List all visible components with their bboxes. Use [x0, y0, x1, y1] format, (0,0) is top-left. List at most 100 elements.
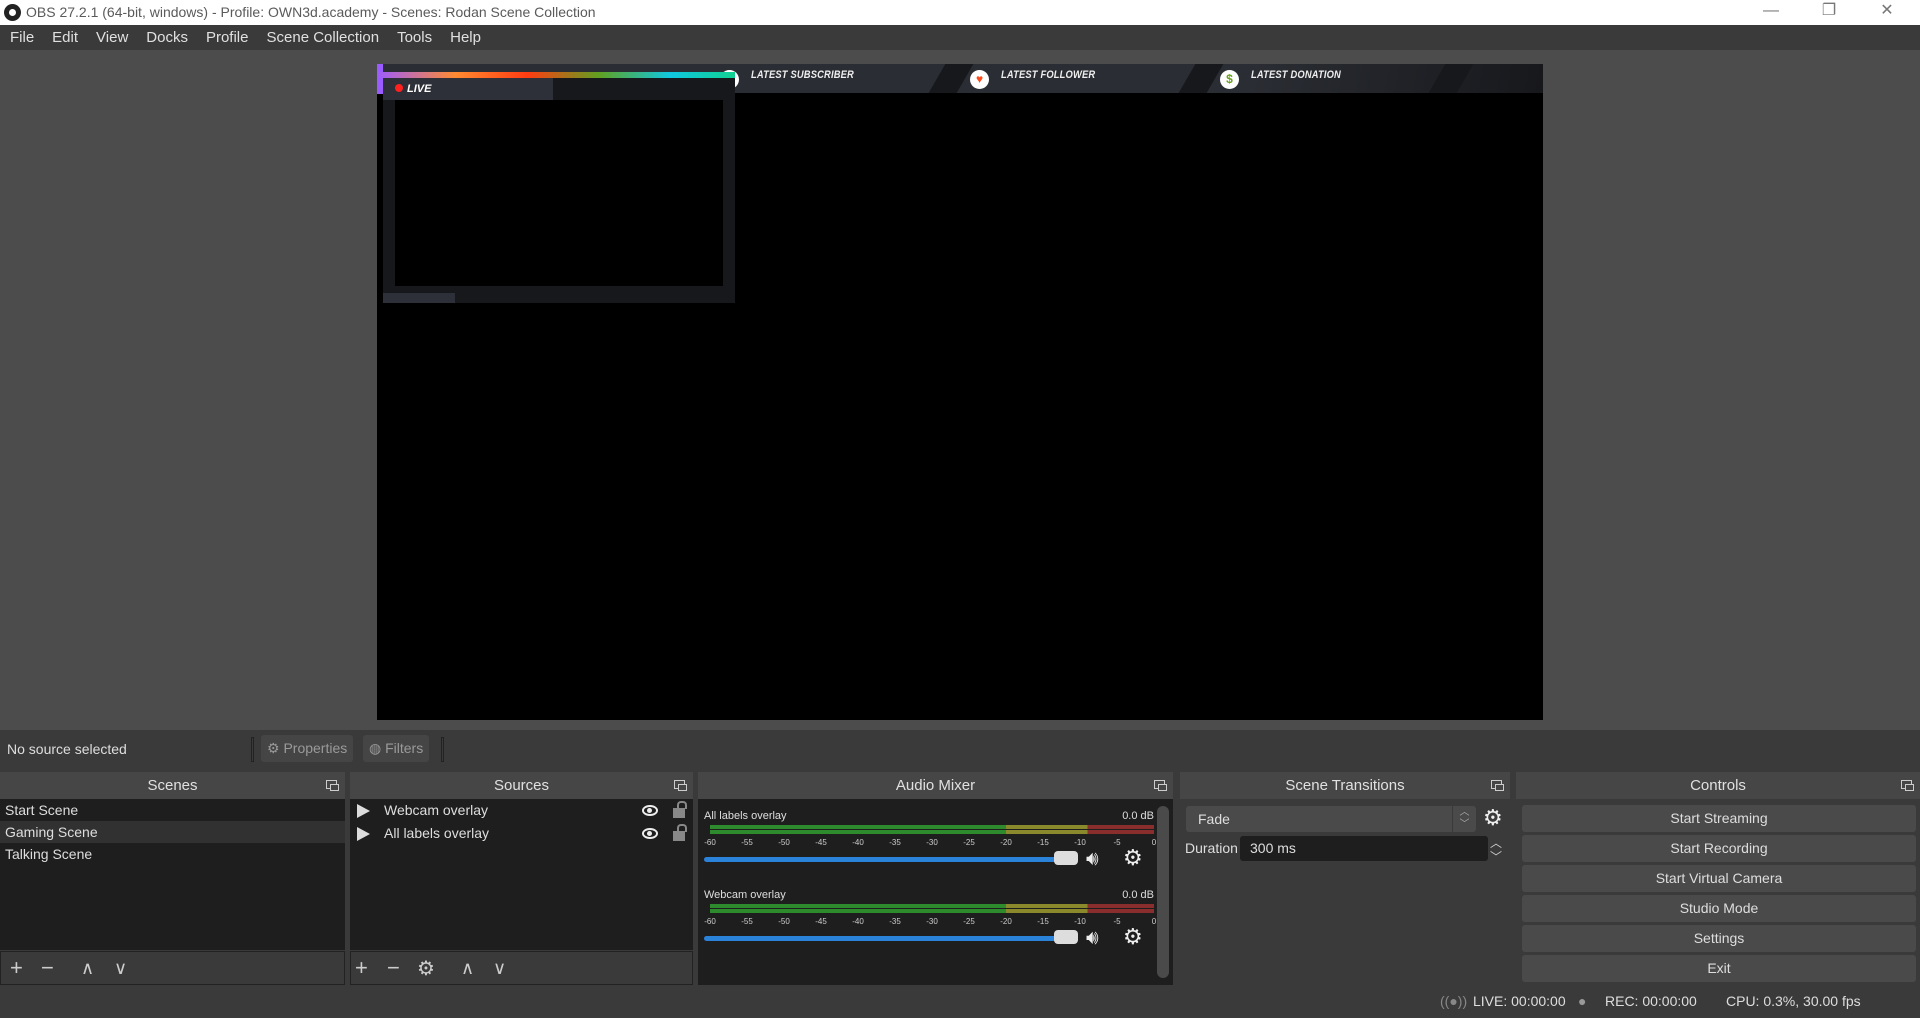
duration-label: Duration	[1185, 840, 1238, 856]
meter-tick-label: -50	[778, 838, 790, 847]
decrement-icon[interactable]: ﹀	[1490, 848, 1502, 865]
speaker-icon[interactable]: 🔊︎	[1086, 927, 1099, 950]
audio-mixer-dock: Audio Mixer All labels overlay 0.0 dB -6…	[698, 772, 1173, 985]
sources-header: Sources	[350, 772, 693, 799]
meter-bar	[710, 904, 1154, 908]
scene-item[interactable]: Talking Scene	[0, 843, 345, 865]
move-up-button[interactable]: ∧	[461, 958, 474, 979]
float-dock-icon[interactable]	[1154, 780, 1167, 791]
restore-button[interactable]: ❐	[1800, 0, 1858, 25]
volume-slider-handle[interactable]	[1054, 851, 1078, 865]
menu-docks[interactable]: Docks	[137, 25, 197, 50]
transition-select[interactable]: Fade ︿ ﹀	[1186, 806, 1476, 832]
meter-tick-label: -45	[815, 838, 827, 847]
source-item[interactable]: Webcam overlay	[350, 799, 693, 822]
scenes-title: Scenes	[147, 777, 198, 794]
meter-tick-label: -25	[963, 917, 975, 926]
volume-slider-handle[interactable]	[1054, 930, 1078, 944]
channel-db: 0.0 dB	[1122, 810, 1154, 822]
volume-meter	[710, 904, 1154, 914]
meter-tick-label: -55	[741, 917, 753, 926]
properties-label: Properties	[283, 740, 348, 756]
latest-donation-label: LATEST DONATION	[1251, 69, 1341, 81]
scene-transitions-dock: Scene Transitions Fade ︿ ﹀ ⚙ Duration 300 …	[1180, 772, 1510, 985]
add-source-button[interactable]: +	[355, 955, 368, 981]
properties-button[interactable]: ⚙ Properties	[261, 735, 354, 762]
webcam-area	[395, 100, 723, 286]
move-down-button[interactable]: ∨	[114, 958, 127, 979]
rainbow-bar	[377, 72, 735, 78]
speaker-icon[interactable]: 🔊︎	[1086, 848, 1099, 871]
volume-slider[interactable]	[704, 857, 1074, 862]
preview-canvas[interactable]: ★ LATEST SUBSCRIBER ♥ LATEST FOLLOWER $ …	[377, 64, 1543, 720]
scene-transitions-header: Scene Transitions	[1180, 772, 1510, 799]
add-scene-button[interactable]: +	[10, 955, 23, 981]
gear-icon[interactable]: ⚙	[1123, 924, 1143, 950]
move-down-button[interactable]: ∨	[493, 958, 506, 979]
source-properties-gear-icon[interactable]: ⚙	[417, 956, 435, 981]
exit-button[interactable]: Exit	[1522, 955, 1916, 982]
menu-tools[interactable]: Tools	[388, 25, 441, 50]
menu-view[interactable]: View	[87, 25, 137, 50]
meter-tick-label: -35	[889, 838, 901, 847]
transition-value: Fade	[1198, 811, 1230, 827]
scene-item[interactable]: Gaming Scene	[0, 821, 345, 843]
live-label: LIVE	[395, 83, 431, 95]
scene-item[interactable]: Start Scene	[0, 799, 345, 821]
remove-source-button[interactable]: −	[387, 955, 400, 981]
float-dock-icon[interactable]	[1491, 780, 1504, 791]
menu-profile[interactable]: Profile	[197, 25, 258, 50]
float-dock-icon[interactable]	[326, 780, 339, 791]
duration-input[interactable]: 300 ms	[1240, 836, 1488, 861]
source-item[interactable]: All labels overlay	[350, 822, 693, 845]
decor-slant	[1428, 64, 1474, 93]
eye-icon[interactable]	[642, 828, 658, 839]
menu-scene-collection[interactable]: Scene Collection	[258, 25, 389, 50]
start-virtual-camera-button[interactable]: Start Virtual Camera	[1522, 865, 1916, 892]
menu-file[interactable]: File	[0, 25, 43, 50]
menu-help[interactable]: Help	[441, 25, 490, 50]
lock-icon[interactable]	[673, 824, 687, 841]
expand-icon[interactable]	[357, 827, 370, 841]
scenes-footer: + − ∧ ∨	[0, 951, 345, 985]
gear-icon: ⚙	[267, 740, 284, 756]
remove-scene-button[interactable]: −	[41, 955, 54, 981]
move-up-button[interactable]: ∧	[81, 958, 94, 979]
start-streaming-button[interactable]: Start Streaming	[1522, 805, 1916, 832]
meter-tick-label: -10	[1074, 917, 1086, 926]
meter-tick-label: 0	[1151, 917, 1157, 926]
meter-tick-label: -5	[1113, 838, 1121, 847]
meter-tick-label: -60	[704, 917, 716, 926]
filters-button[interactable]: ◍ Filters	[363, 735, 430, 762]
start-recording-button[interactable]: Start Recording	[1522, 835, 1916, 862]
studio-mode-button[interactable]: Studio Mode	[1522, 895, 1916, 922]
status-bar: ((●)) LIVE: 00:00:00 ● REC: 00:00:00 CPU…	[0, 987, 1920, 1015]
mixer-channel: Webcam overlay 0.0 dB -60 -55 -50 -45 -40 -35…	[704, 889, 1157, 967]
rec-timer: REC: 00:00:00	[1605, 993, 1697, 1009]
rec-dot-icon: ●	[1578, 993, 1587, 1009]
settings-button[interactable]: Settings	[1522, 925, 1916, 952]
menu-edit[interactable]: Edit	[43, 25, 87, 50]
transition-gear-icon[interactable]: ⚙	[1483, 805, 1503, 831]
mixer-scrollbar[interactable]	[1157, 806, 1169, 978]
minimize-button[interactable]: —	[1742, 0, 1800, 25]
float-dock-icon[interactable]	[674, 780, 687, 791]
volume-slider[interactable]	[704, 936, 1074, 941]
meter-tick-label: -30	[926, 838, 938, 847]
eye-icon[interactable]	[642, 805, 658, 816]
volume-meter	[710, 825, 1154, 835]
scenes-header: Scenes	[0, 772, 345, 799]
audio-mixer-title: Audio Mixer	[895, 777, 976, 794]
close-button[interactable]: ✕	[1858, 0, 1916, 25]
expand-icon[interactable]	[357, 804, 370, 818]
sources-footer: + − ⚙ ∧ ∨	[350, 951, 693, 985]
decor-slant	[928, 64, 974, 93]
channel-db: 0.0 dB	[1122, 889, 1154, 901]
meter-tick-label: -35	[889, 917, 901, 926]
gear-icon[interactable]: ⚙	[1123, 845, 1143, 871]
lock-icon[interactable]	[673, 801, 687, 818]
heart-icon: ♥	[970, 70, 989, 89]
sources-title: Sources	[493, 777, 550, 794]
cpu-fps: CPU: 0.3%, 30.00 fps	[1726, 993, 1861, 1009]
float-dock-icon[interactable]	[1901, 780, 1914, 791]
